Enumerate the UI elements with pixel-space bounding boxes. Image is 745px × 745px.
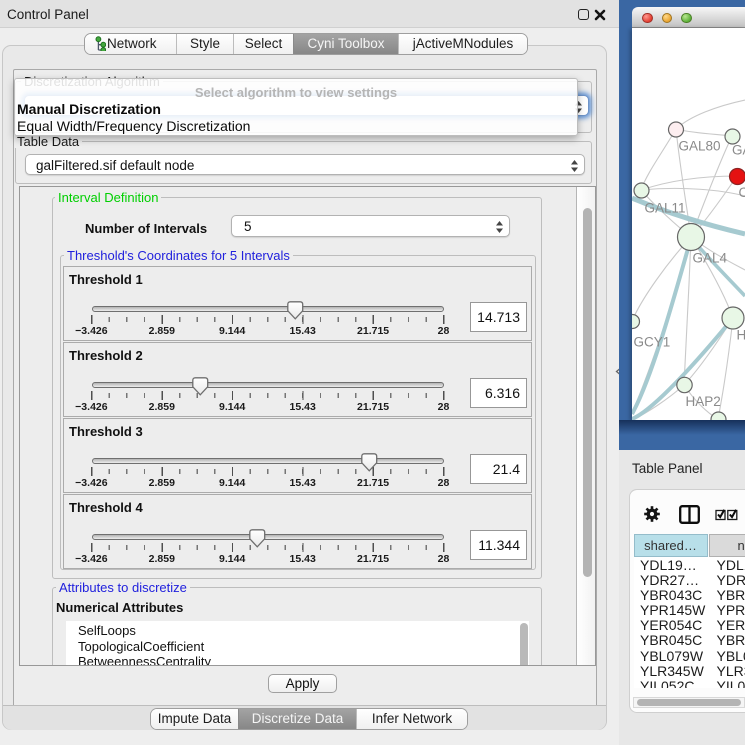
svg-text:GAL80: GAL80	[678, 138, 720, 153]
svg-text:HAP2: HAP2	[685, 394, 720, 409]
svg-text:C: C	[738, 185, 745, 200]
svg-text:GAL11: GAL11	[644, 200, 685, 215]
svg-text:H: H	[736, 327, 745, 342]
svg-text:GCY1: GCY1	[633, 334, 670, 349]
svg-text:GAL4: GAL4	[692, 250, 727, 265]
svg-text:GA: GA	[732, 142, 745, 157]
